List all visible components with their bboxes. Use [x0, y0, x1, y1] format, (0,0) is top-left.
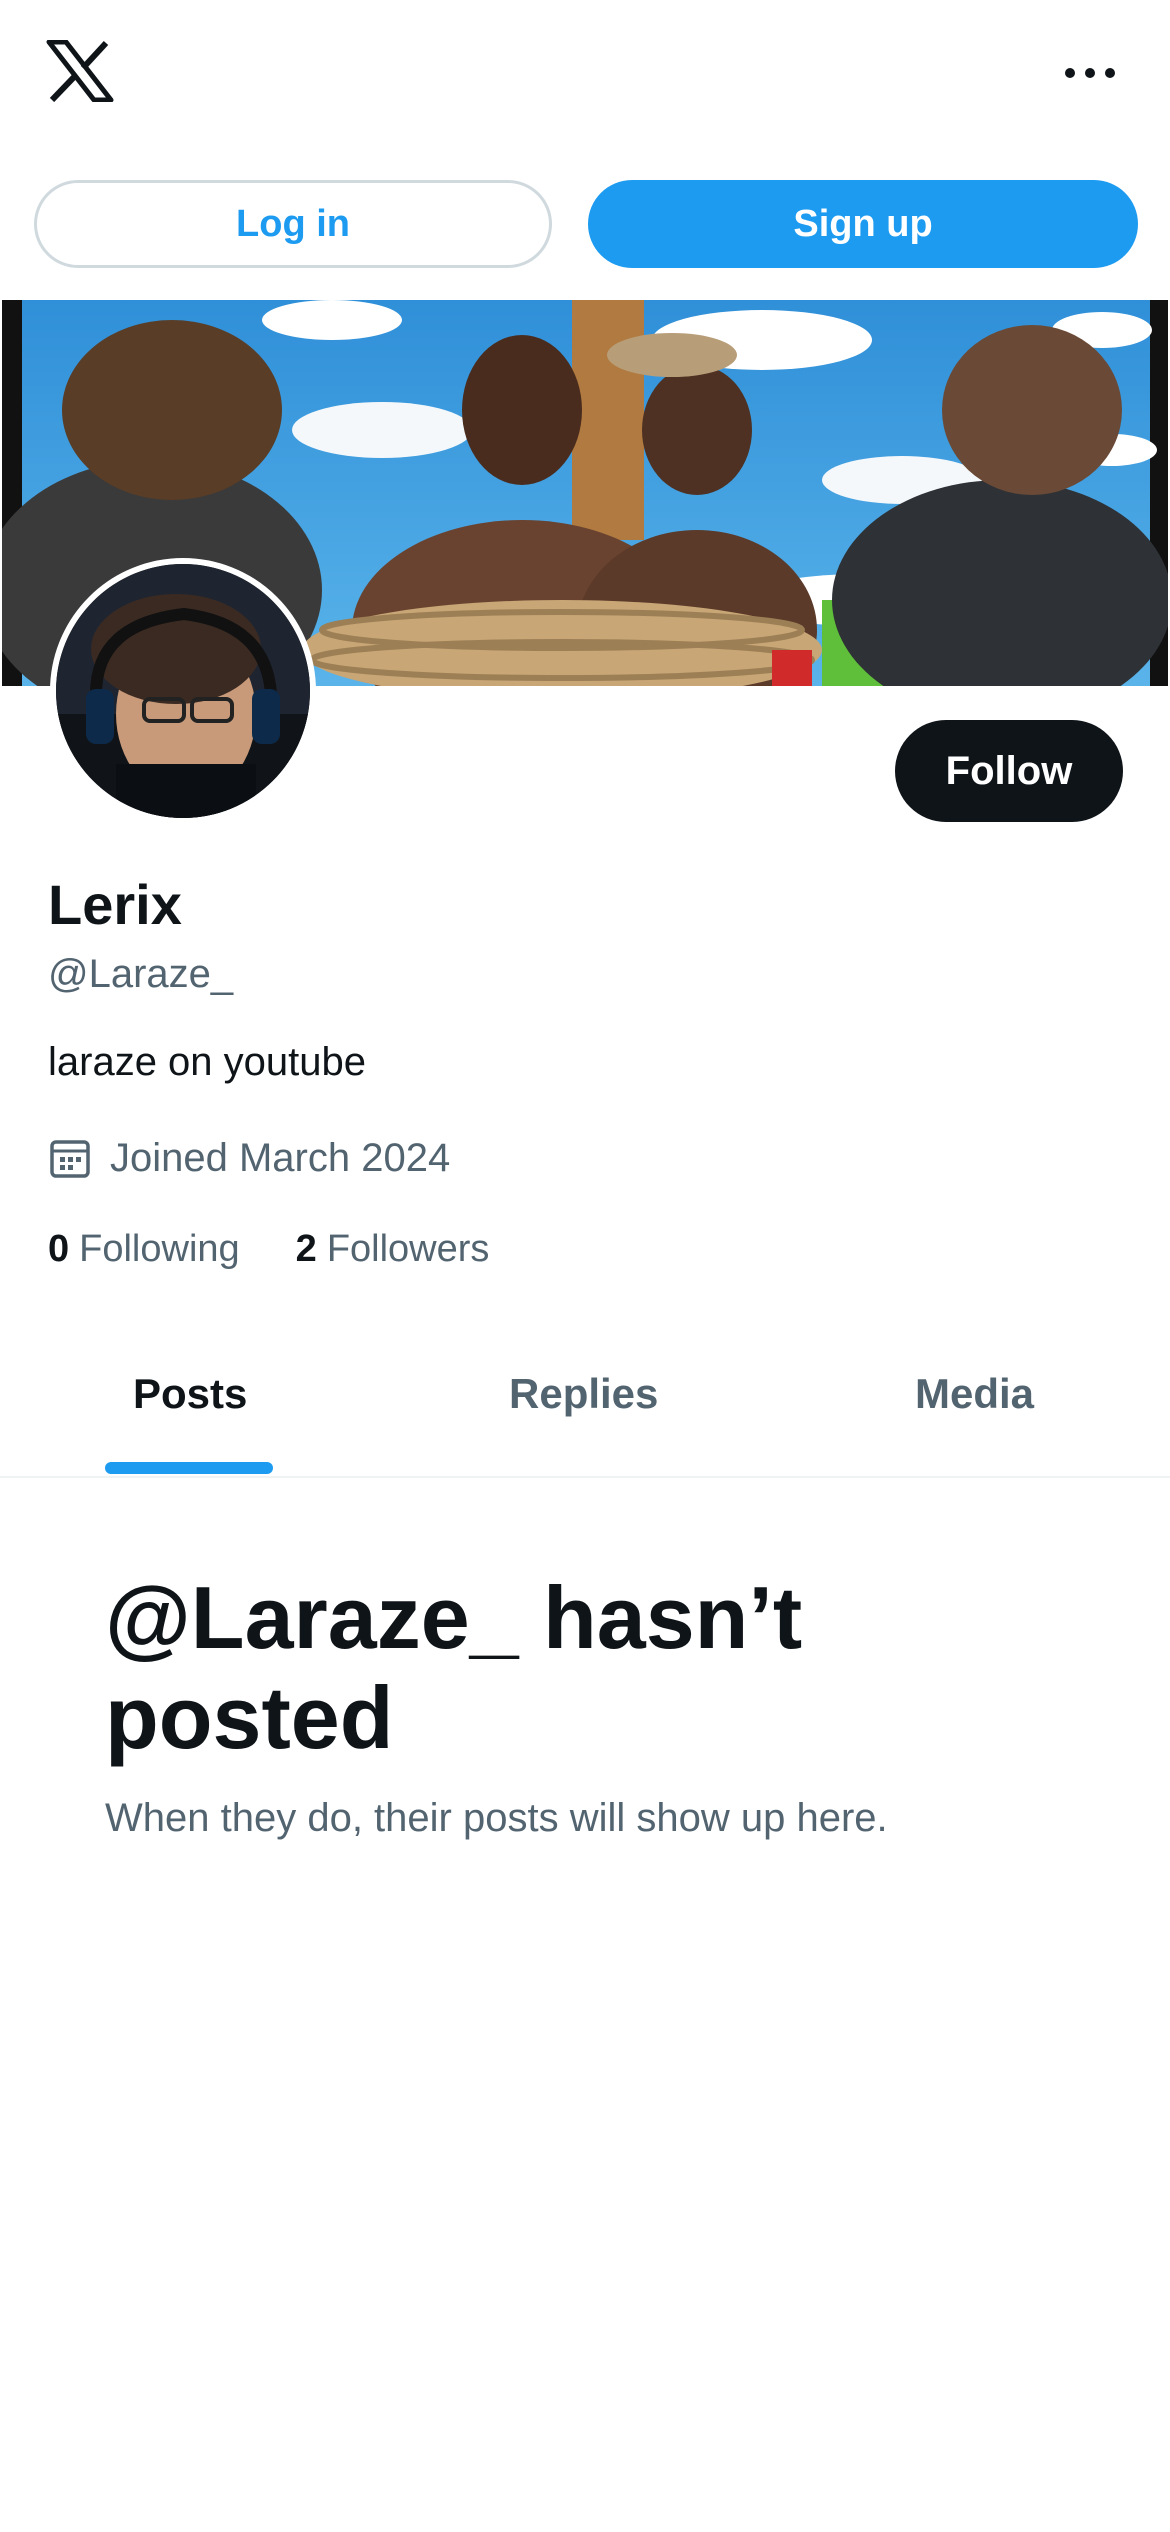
followers-count: 2 [295, 1228, 317, 1270]
follow-stats: 0 Following 2 Followers [48, 1228, 545, 1271]
empty-state-title: @Laraze_ hasn’t posted [105, 1568, 803, 1767]
login-button[interactable]: Log in [34, 180, 552, 268]
tab-replies[interactable]: Replies [509, 1370, 658, 1418]
tab-media[interactable]: Media [915, 1370, 1034, 1418]
joined-date: Joined March 2024 [48, 1130, 450, 1186]
profile-name: Lerix [48, 873, 182, 936]
joined-text: Joined March 2024 [110, 1135, 451, 1180]
profile-avatar[interactable] [50, 558, 316, 824]
followers-link[interactable]: 2 Followers [296, 1228, 490, 1271]
followers-label: Followers [326, 1228, 490, 1270]
following-link[interactable]: 0 Following [48, 1228, 240, 1271]
profile-bio: laraze on youtube [48, 1040, 367, 1084]
following-count: 0 [48, 1228, 70, 1270]
signup-button[interactable]: Sign up [588, 180, 1138, 268]
profile-tabs: Posts Replies Media [0, 1330, 1170, 1478]
following-label: Following [79, 1228, 240, 1270]
top-bar [0, 0, 1170, 150]
calendar-icon [50, 1140, 90, 1178]
profile-handle: @Laraze_ [48, 952, 234, 996]
follow-button[interactable]: Follow [895, 720, 1123, 822]
active-tab-indicator [105, 1462, 273, 1474]
more-horizontal-icon[interactable] [1060, 58, 1120, 88]
empty-state-subtitle: When they do, their posts will show up h… [105, 1796, 888, 1840]
tab-posts[interactable]: Posts [133, 1370, 247, 1418]
x-logo-icon[interactable] [46, 40, 114, 102]
